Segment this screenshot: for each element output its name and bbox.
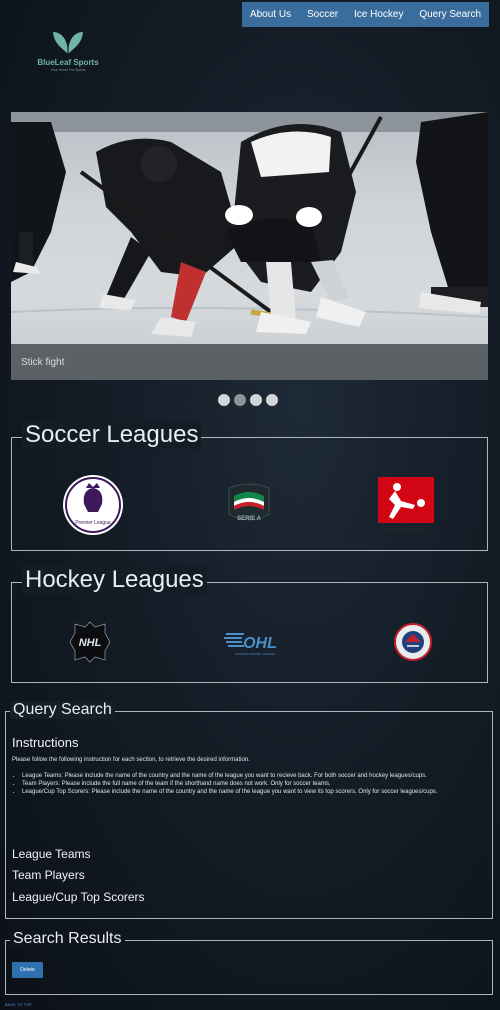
ohl-text: OHL [243, 635, 277, 652]
instruction-item: League Teams: Please include the name of… [22, 772, 484, 780]
brand-name: BlueLeaf Sports [37, 58, 99, 67]
delete-button[interactable]: Delete [12, 962, 43, 978]
ohl-logo[interactable]: OHL ONTARIO HOCKEY LEAGUE [222, 626, 284, 658]
nav-ice-hockey[interactable]: Ice Hockey [354, 9, 403, 20]
nhl-text: NHL [78, 637, 101, 649]
league-teams-link[interactable]: League Teams [12, 847, 91, 861]
nav-about-us[interactable]: About Us [250, 9, 291, 20]
carousel-indicators [218, 394, 278, 406]
instructions-intro: Please follow the following instruction … [12, 757, 250, 763]
ohl-subtext: ONTARIO HOCKEY LEAGUE [235, 652, 275, 656]
premier-league-logo[interactable]: Premier League [62, 474, 124, 536]
search-results-section [5, 940, 493, 995]
nav-soccer[interactable]: Soccer [307, 9, 338, 20]
bundesliga-text: BUNDESLIGA [386, 528, 425, 534]
instructions-heading: Instructions [12, 735, 79, 750]
instructions-list: League Teams: Please include the name of… [12, 772, 484, 796]
top-scorers-link[interactable]: League/Cup Top Scorers [12, 890, 145, 904]
instruction-item: Team Players: Please include the full na… [22, 780, 484, 788]
query-search-title: Query Search [10, 701, 115, 719]
serie-a-text: SERIE A [238, 516, 262, 522]
carousel-dot-4[interactable] [266, 394, 278, 406]
hockey-logos-row: NHL OHL ONTARIO HOCKEY LEAGUE [12, 614, 487, 669]
site-logo[interactable]: BlueLeaf Sports Your Home For Sports [28, 26, 108, 78]
top-nav: About Us Soccer Ice Hockey Query Search [242, 2, 489, 27]
instruction-item: League/Cup Top Scorers: Please include t… [22, 788, 484, 796]
caption-text: Stick fight [21, 356, 65, 368]
nav-query-search[interactable]: Query Search [419, 9, 481, 20]
nhl-logo[interactable]: NHL [67, 619, 113, 665]
serie-a-logo[interactable]: SERIE A [224, 482, 274, 528]
hockey-faceoff-image [11, 112, 488, 337]
team-players-link[interactable]: Team Players [12, 868, 85, 882]
soccer-logos-row: Premier League SERIE A BUNDESLIGA [12, 470, 487, 540]
ahl-logo[interactable] [393, 622, 433, 662]
soccer-leagues-title: Soccer Leagues [22, 421, 202, 449]
search-results-title: Search Results [10, 930, 125, 948]
hockey-leagues-title: Hockey Leagues [22, 566, 207, 594]
premier-league-text: Premier League [75, 520, 111, 526]
hero-carousel[interactable]: Stick fight [11, 112, 488, 380]
leaf-icon [53, 32, 83, 54]
carousel-dot-1[interactable] [218, 394, 230, 406]
carousel-caption: Stick fight [11, 344, 488, 380]
back-to-top-link[interactable]: BACK TO TOP [5, 1002, 32, 1007]
carousel-dot-2[interactable] [234, 394, 246, 406]
carousel-dot-3[interactable] [250, 394, 262, 406]
brand-tagline: Your Home For Sports [50, 68, 86, 72]
bundesliga-logo[interactable]: BUNDESLIGA [375, 475, 437, 535]
